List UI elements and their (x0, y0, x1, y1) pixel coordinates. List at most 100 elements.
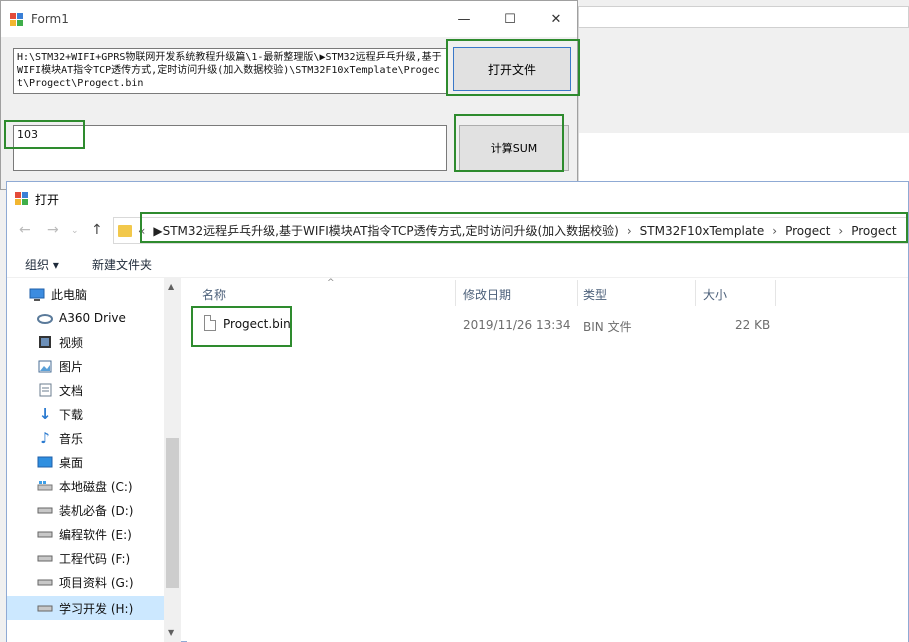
file-size: 22 KB (735, 318, 771, 332)
column-header-name[interactable]: 名称 (202, 286, 226, 303)
music-icon: ♪ (40, 429, 50, 447)
sum-result-textbox[interactable]: 103 (13, 125, 447, 171)
column-divider[interactable] (577, 280, 578, 306)
column-header-size[interactable]: 大小 (703, 286, 727, 303)
breadcrumb-item[interactable]: Progect (785, 224, 830, 238)
form1-window: Form1 — ☐ ✕ H:\STM32+WIFI+GPRS物联网开发系统教程升… (0, 0, 578, 190)
nav-item-label: 桌面 (59, 455, 84, 470)
nav-item-desktop[interactable]: 桌面 (7, 450, 164, 474)
breadcrumb-overflow-icon[interactable]: « (138, 224, 145, 238)
minimize-button[interactable]: — (441, 1, 487, 37)
file-modified: 2019/11/26 13:34 (463, 318, 571, 332)
nav-item-drive-e[interactable]: 编程软件 (E:) (7, 522, 164, 546)
column-divider[interactable] (455, 280, 456, 306)
form1-titlebar[interactable]: Form1 — ☐ ✕ (1, 1, 577, 37)
file-path-textbox[interactable]: H:\STM32+WIFI+GPRS物联网开发系统教程升级篇\1-最新整理版\▶… (13, 48, 447, 94)
background-window-strip (578, 6, 909, 28)
drive-icon (37, 551, 53, 565)
breadcrumb-separator-icon[interactable]: › (772, 224, 777, 238)
column-header-type[interactable]: 类型 (583, 286, 607, 303)
nav-item-pictures[interactable]: 图片 (7, 354, 164, 378)
close-button[interactable]: ✕ (533, 1, 579, 37)
dialog-toolbar: 组织 ▾ 新建文件夹 (7, 248, 908, 278)
column-header-modified[interactable]: 修改日期 (463, 286, 511, 303)
nav-item-label: 编程软件 (E:) (59, 527, 132, 542)
file-icon (204, 315, 216, 331)
system-drive-icon (37, 479, 53, 493)
column-divider[interactable] (775, 280, 776, 306)
cloud-drive-icon (37, 311, 53, 325)
nav-item-drive-f[interactable]: 工程代码 (F:) (7, 546, 164, 570)
desktop-icon (37, 455, 53, 469)
form-app-icon (10, 13, 23, 26)
drive-icon (37, 527, 53, 541)
sort-ascending-icon: ^ (327, 278, 335, 288)
nav-item-label: 此电脑 (51, 287, 88, 302)
document-icon (37, 383, 53, 397)
nav-item-label: 学习开发 (H:) (59, 601, 134, 616)
dialog-app-icon (15, 192, 28, 205)
column-divider[interactable] (695, 280, 696, 306)
breadcrumb-item[interactable]: Progect (851, 224, 896, 238)
folder-icon (118, 224, 132, 237)
nav-item-drive-c[interactable]: 本地磁盘 (C:) (7, 474, 164, 498)
drive-icon (37, 575, 53, 589)
open-file-dialog: 打开 ← → ⌄ ↑ « ▶STM32远程乒乓升级,基于WIFI模块AT指令TC… (6, 181, 909, 642)
recent-locations-chevron-icon[interactable]: ⌄ (71, 226, 79, 236)
scrollbar-thumb[interactable] (166, 438, 179, 588)
file-type: BIN 文件 (583, 320, 632, 334)
open-file-button[interactable]: 打开文件 (453, 47, 571, 91)
nav-item-label: 装机必备 (D:) (59, 503, 134, 518)
nav-item-label: 下载 (59, 407, 84, 422)
maximize-icon: ☐ (504, 11, 516, 27)
nav-item-label: 文档 (59, 383, 84, 398)
nav-item-music[interactable]: ♪ 音乐 (7, 426, 164, 450)
nav-item-label: 图片 (59, 359, 84, 374)
nav-item-drive-g[interactable]: 项目资料 (G:) (7, 570, 164, 594)
breadcrumb-separator-icon[interactable]: › (627, 224, 632, 238)
file-list: ^ 名称 修改日期 类型 大小 Progect.bin 2019/11/26 1… (187, 278, 908, 642)
nav-item-this-pc[interactable]: 此电脑 (7, 282, 164, 306)
breadcrumb-separator-icon[interactable]: › (838, 224, 843, 238)
nav-item-label: 音乐 (59, 431, 84, 446)
drive-icon (37, 601, 53, 615)
nav-item-label: A360 Drive (59, 311, 126, 325)
picture-icon (37, 359, 53, 373)
nav-item-a360-drive[interactable]: A360 Drive (7, 306, 164, 330)
drive-icon (37, 503, 53, 517)
background-window-panel (578, 28, 909, 133)
nav-item-drive-h[interactable]: 学习开发 (H:) (7, 596, 164, 620)
dialog-titlebar[interactable]: 打开 (7, 182, 908, 214)
address-bar[interactable]: « ▶STM32远程乒乓升级,基于WIFI模块AT指令TCP透传方式,定时访问升… (113, 217, 908, 244)
table-row[interactable]: Progect.bin 2019/11/26 13:34 BIN 文件 22 K… (195, 314, 895, 336)
breadcrumb-item[interactable]: ▶STM32远程乒乓升级,基于WIFI模块AT指令TCP透传方式,定时访问升级(… (153, 222, 619, 239)
nav-item-documents[interactable]: 文档 (7, 378, 164, 402)
dialog-title: 打开 (35, 193, 60, 207)
file-name: Progect.bin (223, 317, 291, 331)
calculate-sum-button[interactable]: 计算SUM (459, 125, 569, 171)
nav-item-videos[interactable]: 视频 (7, 330, 164, 354)
download-icon: ↓ (38, 405, 52, 423)
form1-title: Form1 (31, 12, 69, 26)
nav-item-drive-d[interactable]: 装机必备 (D:) (7, 498, 164, 522)
navigation-bar: ← → ⌄ ↑ « ▶STM32远程乒乓升级,基于WIFI模块AT指令TCP透传… (7, 214, 908, 248)
breadcrumb-item[interactable]: STM32F10xTemplate (640, 224, 765, 238)
navigation-pane: 此电脑 A360 Drive 视频 图片 文档 ↓ 下载 ♪ 音乐 桌面 本地磁… (7, 278, 181, 642)
video-icon (37, 335, 53, 349)
scroll-down-icon[interactable]: ▼ (168, 628, 174, 637)
nav-item-label: 工程代码 (F:) (59, 551, 131, 566)
nav-item-downloads[interactable]: ↓ 下载 (7, 402, 164, 426)
back-arrow-icon[interactable]: ← (19, 222, 31, 238)
new-folder-button[interactable]: 新建文件夹 (92, 256, 152, 273)
up-arrow-icon[interactable]: ↑ (91, 222, 103, 238)
minimize-icon: — (457, 11, 471, 27)
maximize-button[interactable]: ☐ (487, 1, 533, 37)
background-window-panel-lower (578, 133, 909, 183)
scroll-up-icon[interactable]: ▲ (168, 282, 174, 291)
nav-item-label: 视频 (59, 335, 84, 350)
computer-icon (29, 287, 45, 301)
nav-item-label: 本地磁盘 (C:) (59, 479, 133, 494)
organize-menu[interactable]: 组织 ▾ (25, 256, 59, 273)
forward-arrow-icon[interactable]: → (47, 222, 59, 238)
navigation-scrollbar[interactable]: ▲ ▼ (164, 278, 181, 642)
